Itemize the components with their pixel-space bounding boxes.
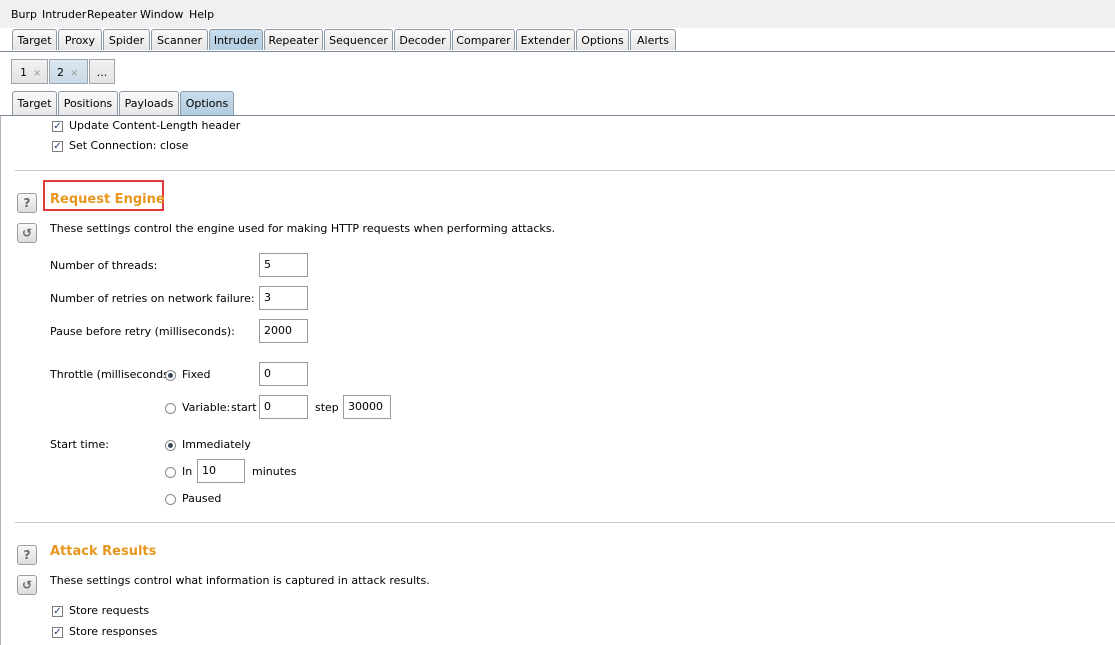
tab-comparer[interactable]: Comparer bbox=[452, 29, 515, 50]
intruder-subtabbar: Target Positions Payloads Options bbox=[0, 90, 1115, 116]
tab-repeater[interactable]: Repeater bbox=[264, 29, 323, 50]
menu-intruder[interactable]: Intruder bbox=[42, 8, 86, 21]
throttle-start-input[interactable]: 0 bbox=[259, 395, 308, 419]
start-paused-label: Paused bbox=[182, 492, 222, 505]
menu-bar: Burp Intruder Repeater Window Help bbox=[0, 0, 1115, 28]
retries-input[interactable]: 3 bbox=[259, 286, 308, 310]
start-time-label: Start time: bbox=[50, 438, 109, 451]
retries-label: Number of retries on network failure: bbox=[50, 292, 255, 305]
tab-decoder[interactable]: Decoder bbox=[394, 29, 451, 50]
reset-icon[interactable]: ↺ bbox=[17, 575, 37, 595]
main-tabbar: Target Proxy Spider Scanner Intruder Rep… bbox=[0, 28, 1115, 52]
tab-options[interactable]: Options bbox=[576, 29, 629, 50]
request-engine-description: These settings control the engine used f… bbox=[50, 222, 555, 235]
section-separator bbox=[15, 170, 1115, 171]
new-attack-tab[interactable]: ... bbox=[89, 59, 115, 84]
attack-tabbar: 1 × 2 × ... bbox=[0, 56, 1115, 84]
menu-help[interactable]: Help bbox=[189, 8, 214, 21]
start-in-label: In bbox=[182, 465, 193, 478]
attack-results-title: Attack Results bbox=[50, 544, 157, 559]
start-paused-radio[interactable] bbox=[165, 494, 176, 505]
throttle-fixed-radio[interactable] bbox=[165, 370, 176, 381]
close-icon[interactable]: × bbox=[33, 68, 41, 79]
tab-intruder[interactable]: Intruder bbox=[209, 29, 263, 50]
threads-input[interactable]: 5 bbox=[259, 253, 308, 277]
set-connection-close-checkbox[interactable]: ✓ bbox=[52, 141, 63, 152]
start-in-radio[interactable] bbox=[165, 467, 176, 478]
menu-window[interactable]: Window bbox=[140, 8, 183, 21]
throttle-label: Throttle (milliseconds): bbox=[50, 368, 177, 381]
start-immediately-label: Immediately bbox=[182, 438, 251, 451]
attack-results-description: These settings control what information … bbox=[50, 574, 430, 587]
store-requests-label: Store requests bbox=[69, 604, 150, 617]
options-panel: ✓ Update Content-Length header ✓ Set Con… bbox=[0, 116, 1115, 645]
tab-extender[interactable]: Extender bbox=[516, 29, 575, 50]
tab-proxy[interactable]: Proxy bbox=[58, 29, 102, 50]
pause-label: Pause before retry (milliseconds): bbox=[50, 325, 235, 338]
throttle-start-label: start bbox=[231, 401, 257, 414]
throttle-fixed-label: Fixed bbox=[182, 368, 211, 381]
tabbar-divider bbox=[0, 51, 1115, 52]
pause-input[interactable]: 2000 bbox=[259, 319, 308, 343]
tab-scanner[interactable]: Scanner bbox=[151, 29, 208, 50]
subtab-payloads[interactable]: Payloads bbox=[119, 91, 179, 115]
reset-icon[interactable]: ↺ bbox=[17, 223, 37, 243]
store-responses-checkbox[interactable]: ✓ bbox=[52, 627, 63, 638]
set-connection-close-label: Set Connection: close bbox=[69, 139, 189, 152]
close-icon[interactable]: × bbox=[70, 68, 78, 79]
attack-tab-1-label: 1 bbox=[20, 66, 27, 79]
store-responses-label: Store responses bbox=[69, 625, 158, 638]
attack-tab-1[interactable]: 1 × bbox=[11, 59, 48, 84]
tab-spider[interactable]: Spider bbox=[103, 29, 150, 50]
threads-label: Number of threads: bbox=[50, 259, 158, 272]
help-icon[interactable]: ? bbox=[17, 545, 37, 565]
throttle-variable-radio[interactable] bbox=[165, 403, 176, 414]
attack-tab-2-label: 2 bbox=[57, 66, 64, 79]
throttle-variable-label: Variable: bbox=[182, 401, 231, 414]
throttle-step-input[interactable]: 30000 bbox=[343, 395, 391, 419]
subtab-options[interactable]: Options bbox=[180, 91, 234, 115]
subtab-positions[interactable]: Positions bbox=[58, 91, 118, 115]
start-in-minutes-input[interactable]: 10 bbox=[197, 459, 245, 483]
start-immediately-radio[interactable] bbox=[165, 440, 176, 451]
throttle-fixed-input[interactable]: 0 bbox=[259, 362, 308, 386]
section-separator bbox=[15, 522, 1115, 523]
help-icon[interactable]: ? bbox=[17, 193, 37, 213]
subtab-target[interactable]: Target bbox=[12, 91, 57, 115]
request-engine-title: Request Engine bbox=[50, 192, 165, 207]
start-in-minutes-label: minutes bbox=[252, 465, 297, 478]
update-content-length-checkbox[interactable]: ✓ bbox=[52, 121, 63, 132]
throttle-step-label: step bbox=[315, 401, 339, 414]
attack-tab-2[interactable]: 2 × bbox=[49, 59, 88, 84]
tab-sequencer[interactable]: Sequencer bbox=[324, 29, 393, 50]
store-requests-checkbox[interactable]: ✓ bbox=[52, 606, 63, 617]
tab-alerts[interactable]: Alerts bbox=[630, 29, 676, 50]
tab-target[interactable]: Target bbox=[12, 29, 57, 50]
update-content-length-label: Update Content-Length header bbox=[69, 119, 241, 132]
menu-repeater[interactable]: Repeater bbox=[87, 8, 137, 21]
menu-burp[interactable]: Burp bbox=[11, 8, 37, 21]
